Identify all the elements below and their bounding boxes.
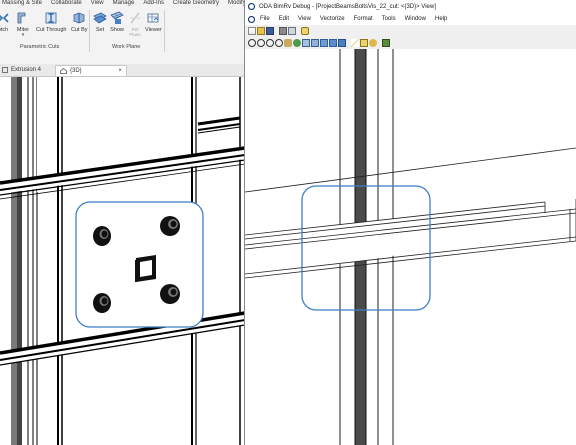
bolt-bottom-right: [160, 284, 180, 304]
work-plane-group-label: Work Plane: [112, 44, 141, 50]
show-button[interactable]: Show: [110, 11, 124, 33]
gouraud-icon[interactable]: [329, 39, 337, 47]
toolbar-gap: [275, 27, 278, 35]
zoom-extents-icon[interactable]: [275, 39, 283, 47]
view-tab-icon: [2, 67, 8, 73]
tab-modify[interactable]: Modify: [228, 0, 245, 8]
bolt-top-left: [93, 226, 111, 246]
menu-file[interactable]: File: [260, 16, 270, 22]
set-work-plane-icon: [93, 12, 107, 24]
tab-collaborate[interactable]: Collaborate: [51, 0, 82, 8]
view-settings-icon[interactable]: [369, 39, 377, 47]
viewer-icon: [147, 13, 159, 23]
show-work-plane-icon: [110, 11, 124, 24]
ribbon-separator: [89, 10, 90, 52]
toolbar-gap: [347, 39, 350, 47]
cut-by-button[interactable]: Cut By: [71, 11, 88, 33]
shaded-edges-icon[interactable]: [338, 39, 346, 47]
menu-help[interactable]: Help: [435, 16, 447, 22]
miter-button[interactable]: Miter ▾: [16, 11, 30, 38]
cut-by-icon: [73, 12, 85, 24]
home-3d-view-icon: [60, 68, 67, 74]
background-icon[interactable]: [360, 39, 368, 47]
miter-dropdown-icon[interactable]: ▾: [22, 33, 25, 38]
oda-3d-canvas[interactable]: [245, 49, 576, 445]
menu-vectorize[interactable]: Vectorize: [320, 16, 345, 22]
ribbon-tabs: Massing & Site Collaborate View Manage A…: [0, 0, 245, 8]
menu-window[interactable]: Window: [405, 16, 426, 22]
view-tab-label: {3D}: [70, 68, 82, 74]
menu-edit[interactable]: Edit: [279, 16, 289, 22]
flat-shaded-icon[interactable]: [320, 39, 328, 47]
viewer-button[interactable]: Viewer: [145, 11, 162, 33]
tab-massing-site[interactable]: Massing & Site: [2, 0, 42, 8]
notch-label: otch: [0, 27, 9, 33]
tab-manage[interactable]: Manage: [113, 0, 135, 8]
viewer-label: Viewer: [145, 27, 162, 33]
new-icon[interactable]: [248, 27, 256, 35]
print-icon[interactable]: [279, 27, 287, 35]
menu-tools[interactable]: Tools: [382, 16, 396, 22]
view-tab-label: Extrusion 4: [11, 67, 42, 73]
show-label: Show: [110, 27, 124, 33]
ribbon: Massing & Site Collaborate View Manage A…: [0, 0, 245, 65]
save-icon[interactable]: [266, 27, 274, 35]
oda-window: ODA BimRv Debug - [ProjectBeamsBoltsVis_…: [245, 0, 576, 445]
wireframe-icon[interactable]: [302, 39, 310, 47]
grid-icon[interactable]: [382, 39, 390, 47]
tab-add-ins[interactable]: Add-Ins: [143, 0, 164, 8]
oda-app-icon: [248, 3, 255, 10]
bolt-top-right: [160, 216, 180, 236]
menu-view[interactable]: View: [298, 16, 311, 22]
oda-window-title: ODA BimRv Debug - [ProjectBeamsBoltsVis_…: [259, 3, 436, 10]
notch-icon: [0, 13, 9, 23]
plate-slot: [135, 255, 156, 282]
ribbon-separator: [164, 10, 165, 52]
cut-through-icon: [45, 12, 57, 24]
cut-through-button[interactable]: Cut Through: [36, 11, 66, 33]
close-tab-icon[interactable]: ×: [118, 66, 122, 76]
cut-through-label: Cut Through: [36, 27, 67, 33]
ref-plane-button[interactable]: Ref Plane: [128, 11, 142, 37]
parametric-cuts-group-label: Parametric Cuts: [20, 44, 60, 50]
toolbar-gap: [378, 39, 381, 47]
bolt-plate-highlight[interactable]: [75, 201, 204, 328]
zoom-in-icon[interactable]: [257, 39, 265, 47]
set-button[interactable]: Set: [93, 11, 107, 33]
tab-create-geometry[interactable]: Create Geometry: [173, 0, 219, 8]
bolt-bottom-left: [93, 293, 111, 313]
oda-toolbar-file: [245, 25, 576, 37]
open-icon[interactable]: [257, 27, 265, 35]
pan-icon[interactable]: [284, 39, 292, 47]
miter-icon: [17, 12, 26, 24]
cut-by-label: Cut By: [71, 27, 88, 33]
zoom-window-icon[interactable]: [248, 39, 256, 47]
oda-menu-bar: File Edit View Vectorize Format Tools Wi…: [245, 13, 576, 25]
orbit-icon[interactable]: [293, 39, 301, 47]
set-label: Set: [95, 27, 105, 33]
ref-plane-label: Ref Plane: [129, 27, 141, 37]
light-icon[interactable]: [351, 39, 359, 47]
ref-plane-icon: [130, 12, 140, 24]
hidden-icon[interactable]: [311, 39, 319, 47]
view-tab-3d[interactable]: {3D} ×: [55, 65, 127, 76]
zoom-out-icon[interactable]: [266, 39, 274, 47]
document-icon: [248, 15, 255, 23]
toolbar-gap: [297, 27, 300, 35]
view-tab-extrusion-4[interactable]: Extrusion 4: [2, 65, 41, 75]
menu-format[interactable]: Format: [354, 16, 373, 22]
revit-3d-canvas[interactable]: [0, 77, 245, 445]
revit-window: Massing & Site Collaborate View Manage A…: [0, 0, 245, 445]
tab-view[interactable]: View: [91, 0, 104, 8]
print-preview-icon[interactable]: [288, 27, 296, 35]
notch-button[interactable]: otch: [0, 11, 10, 33]
help-icon[interactable]: [301, 27, 309, 35]
oda-toolbar-view: [245, 37, 576, 49]
view-tab-strip: Extrusion 4 {3D} ×: [0, 64, 245, 77]
oda-title-bar: ODA BimRv Debug - [ProjectBeamsBoltsVis_…: [245, 0, 576, 13]
